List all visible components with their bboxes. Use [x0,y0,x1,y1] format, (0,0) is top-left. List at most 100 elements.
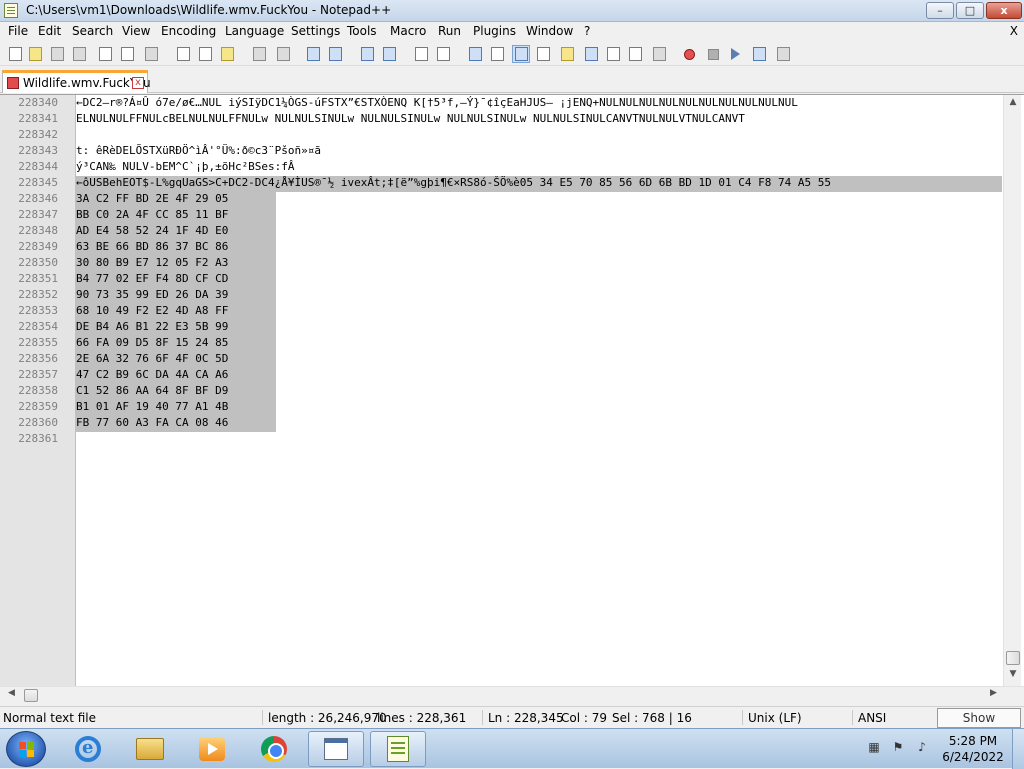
menu-tools[interactable]: Tools [347,24,377,38]
language-icon[interactable] [534,45,552,63]
line-number: 228349 [18,240,58,253]
menu-plugins[interactable]: Plugins [473,24,516,38]
menu-macro[interactable]: Macro [390,24,426,38]
replace-icon[interactable] [326,45,344,63]
line-number: 228351 [18,272,58,285]
scroll-down-arrow-icon[interactable]: ▼ [1006,669,1020,683]
menu-help[interactable]: ? [584,24,590,38]
line-number: 228347 [18,208,58,221]
cut-icon[interactable] [174,45,192,63]
notepad-plus-plus-window: C:\Users\vm1\Downloads\Wildlife.wmv.Fuck… [0,0,1024,769]
print-icon[interactable] [142,45,160,63]
line-number: 228358 [18,384,58,397]
word-wrap-icon[interactable] [466,45,484,63]
menu-edit[interactable]: Edit [38,24,61,38]
status-bar: Normal text file length : 26,246,970 lin… [0,706,1024,743]
status-encoding[interactable]: ANSI [858,711,886,725]
windows-explorer-icon[interactable] [122,731,178,767]
record-macro-icon[interactable] [680,45,698,63]
redo-icon[interactable] [274,45,292,63]
show-all-characters-icon[interactable] [488,45,506,63]
menu-settings[interactable]: Settings [291,24,340,38]
text-line: 2E 6A 32 76 6F 4F 0C 5D [76,352,229,365]
toolbar [0,42,1024,66]
network-icon[interactable]: ⚑ [890,739,906,755]
text-line: FB 77 60 A3 FA CA 08 46 [76,416,229,429]
scroll-left-arrow-icon[interactable]: ◀ [8,688,15,698]
start-button[interactable] [6,731,46,767]
scroll-up-arrow-icon[interactable]: ▲ [1006,97,1020,111]
menu-file[interactable]: File [8,24,28,38]
horizontal-scrollbar[interactable]: ◀ ▶ [0,686,1024,703]
volume-icon[interactable]: ♪ [914,739,930,755]
notepad-plus-plus-icon [4,3,18,18]
undo-icon[interactable] [250,45,268,63]
zoom-in-icon[interactable] [358,45,376,63]
open-file-icon[interactable] [26,45,44,63]
text-line: DE B4 A6 B1 22 E3 5B 99 [76,320,229,333]
system-clock[interactable]: 5:28 PM 6/24/2022 [940,733,1006,765]
editor[interactable]: 228340 228341 228342 228343 228344 22834… [0,94,1024,687]
menu-search[interactable]: Search [72,24,113,38]
save-all-icon[interactable] [70,45,88,63]
text-line: C1 52 86 AA 64 8F BF D9 [76,384,229,397]
line-number: 228345 [18,176,58,189]
run-macro-multiple-icon[interactable] [750,45,768,63]
save-icon[interactable] [48,45,66,63]
tab-wildlife[interactable]: Wildlife.wmv.FuckYou x [2,70,151,93]
minimize-button[interactable]: – [926,2,954,19]
menu-encoding[interactable]: Encoding [161,24,216,38]
line-number: 228360 [18,416,58,429]
close-document-button[interactable]: X [1010,24,1018,38]
scroll-right-arrow-icon[interactable]: ▶ [990,688,997,698]
menu-view[interactable]: View [122,24,150,38]
new-file-icon[interactable] [6,45,24,63]
show-desktop-button[interactable] [1012,729,1024,769]
play-macro-icon[interactable] [726,45,744,63]
close-all-icon[interactable] [118,45,136,63]
internet-explorer-icon[interactable] [60,731,116,767]
vertical-scroll-thumb[interactable] [1006,651,1020,665]
function-list-icon[interactable] [582,45,600,63]
monitoring-eye-icon[interactable] [650,45,668,63]
line-number: 228350 [18,256,58,269]
chrome-icon[interactable] [246,731,302,767]
copy-icon[interactable] [196,45,214,63]
vertical-scrollbar[interactable]: ▲ ▼ [1003,95,1021,687]
maximize-button[interactable]: □ [956,2,984,19]
folder-as-workspace-icon[interactable] [604,45,622,63]
sync-vertical-icon[interactable] [412,45,430,63]
save-macro-icon[interactable] [774,45,792,63]
unsaved-file-icon [7,77,19,89]
menu-window[interactable]: Window [526,24,573,38]
text-line: AD E4 58 52 24 1F 4D E0 [76,224,229,237]
close-button[interactable]: x [986,2,1022,19]
status-eol[interactable]: Unix (LF) [748,711,802,725]
stop-record-icon[interactable] [704,45,722,63]
document-viewer-icon[interactable] [308,731,364,767]
tab-close-icon[interactable]: x [132,77,144,89]
text-line: 90 73 35 99 ED 26 DA 39 [76,288,229,301]
monitoring-icon[interactable] [626,45,644,63]
paste-icon[interactable] [218,45,236,63]
notepad-plus-plus-taskbar-icon[interactable] [370,731,426,767]
text-line: ←ôUSBehEOT$-L%gqUaGS>C+DC2-DC4¿Å¥ÌUS®¯½ … [76,176,831,189]
title-bar: C:\Users\vm1\Downloads\Wildlife.wmv.Fuck… [0,0,1024,22]
text-line: 66 FA 09 D5 8F 15 24 85 [76,336,229,349]
window-title: C:\Users\vm1\Downloads\Wildlife.wmv.Fuck… [26,3,392,17]
text-area[interactable]: ←DC2—r®?Á¤Û ó7e/ø€…NUL iýSIÿDC1¼ÒGS-úFST… [76,95,1002,687]
close-icon[interactable] [96,45,114,63]
sync-horizontal-icon[interactable] [434,45,452,63]
line-number: 228359 [18,400,58,413]
indent-guide-icon[interactable] [512,45,530,63]
menu-run[interactable]: Run [438,24,461,38]
menu-language[interactable]: Language [225,24,284,38]
windows-media-player-icon[interactable] [184,731,240,767]
zoom-out-icon[interactable] [380,45,398,63]
line-number: 228343 [18,144,58,157]
text-line: 47 C2 B9 6C DA 4A CA A6 [76,368,229,381]
horizontal-scroll-thumb[interactable] [24,689,38,702]
action-center-icon[interactable]: ▦ [866,739,882,755]
document-map-icon[interactable] [558,45,576,63]
find-icon[interactable] [304,45,322,63]
